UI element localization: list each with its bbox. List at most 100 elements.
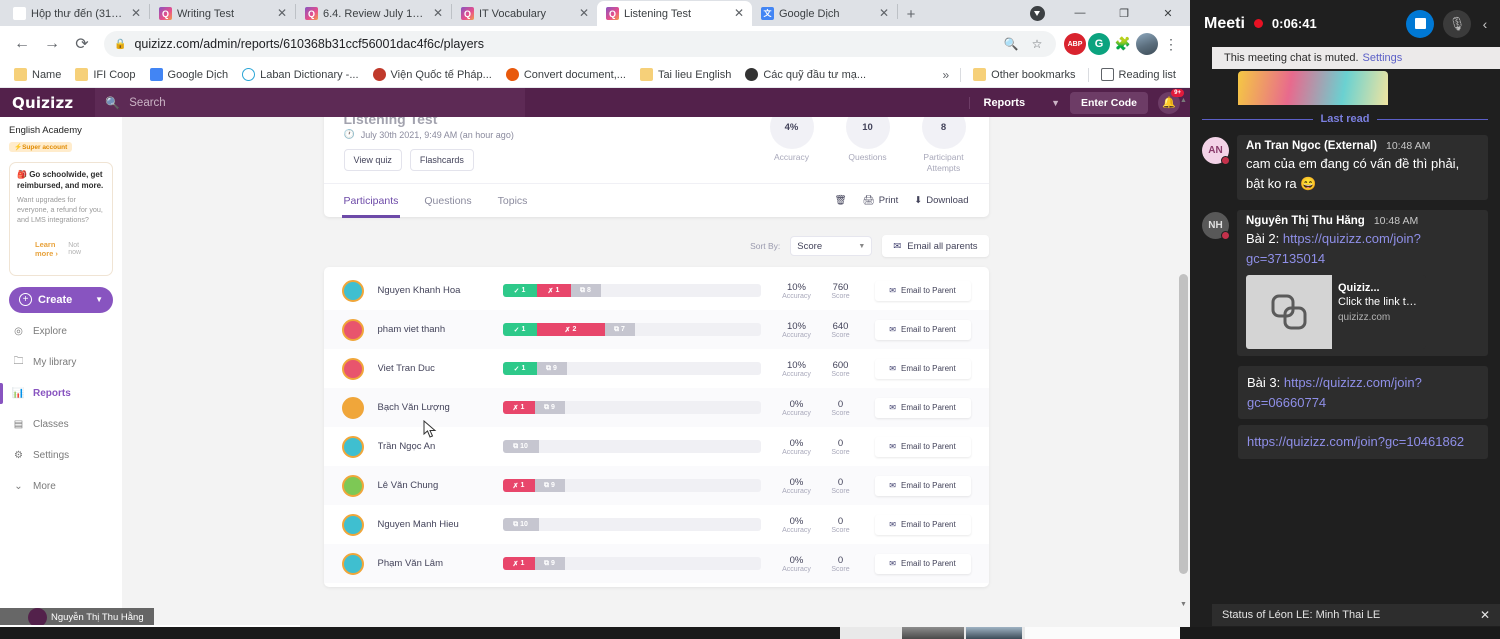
browser-tab[interactable]: M Hộp thư đến (31) - thu ✕ bbox=[4, 1, 149, 26]
enter-code-button[interactable]: Enter Code bbox=[1069, 91, 1148, 114]
scroll-up-arrow-icon[interactable]: ▲ bbox=[1179, 96, 1188, 105]
sidebar-item-settings[interactable]: ⚙ Settings bbox=[9, 443, 113, 468]
collapse-panel-icon[interactable]: ‹ bbox=[1480, 16, 1490, 32]
avatar bbox=[341, 552, 364, 575]
email-to-parent-label: Email to Parent bbox=[901, 364, 956, 373]
tab-questions[interactable]: Questions bbox=[424, 184, 471, 218]
chat-message[interactable]: Bài 3: https://quizizz.com/join?gc=06660… bbox=[1238, 366, 1488, 419]
tab-close-icon[interactable]: ✕ bbox=[129, 6, 143, 21]
link-preview-card[interactable]: Quiziz... Click the link to... quizizz.c… bbox=[1246, 275, 1426, 349]
back-icon[interactable]: ← bbox=[8, 30, 36, 58]
score-label: Score bbox=[831, 565, 850, 573]
table-row[interactable]: Nguyen Manh Hieu ⧉ 10 0% Accuracy 0 Score ✉… bbox=[324, 505, 989, 544]
extensions-puzzle-icon[interactable]: 🧩 bbox=[1112, 33, 1134, 55]
search-icon[interactable]: 🔍 bbox=[1002, 35, 1020, 53]
bookmark-item[interactable]: Các quỹ đầu tư mạ... bbox=[739, 66, 872, 83]
bookmark-item[interactable]: Name bbox=[8, 66, 67, 83]
bookmarks-overflow-button[interactable]: » bbox=[937, 66, 954, 84]
table-row[interactable]: Nguyen Khanh Hoa ✓ 1 ✗ 1 ⧉ 8 10% Accuracy 76… bbox=[324, 271, 989, 310]
print-button[interactable]: 🖨 Print bbox=[863, 195, 899, 206]
create-button[interactable]: + Create ▼ bbox=[9, 286, 113, 313]
message-link[interactable]: https://quizizz.com/join?gc=10461862 bbox=[1247, 434, 1464, 449]
email-all-parents-button[interactable]: ✉ Email all parents bbox=[882, 235, 989, 257]
close-icon[interactable]: ✕ bbox=[1480, 608, 1490, 622]
tab-close-icon[interactable]: ✕ bbox=[275, 6, 289, 21]
maximize-button[interactable]: ❐ bbox=[1102, 0, 1146, 26]
scroll-down-arrow-icon[interactable]: ▼ bbox=[1179, 600, 1188, 609]
sidebar-item-my-library[interactable]: 🗀 My library bbox=[9, 350, 113, 375]
minimize-button[interactable]: — bbox=[1058, 0, 1102, 26]
browser-menu-icon[interactable]: ⋮ bbox=[1160, 32, 1182, 56]
bookmark-item[interactable]: IFI Coop bbox=[69, 66, 141, 83]
avatar[interactable] bbox=[1136, 33, 1158, 55]
tab-close-icon[interactable]: ✕ bbox=[732, 6, 746, 21]
sidebar-item-more[interactable]: ⌄ More bbox=[9, 474, 113, 499]
email-to-parent-button[interactable]: ✉ Email to Parent bbox=[874, 397, 971, 418]
delete-button[interactable]: 🗑 bbox=[835, 195, 847, 206]
table-row[interactable]: pham viet thanh ✓ 1 ✗ 2 ⧉ 7 10% Accuracy 640… bbox=[323, 310, 989, 349]
not-now-link[interactable]: Not now bbox=[68, 242, 87, 256]
bookmark-star-icon[interactable]: ☆ bbox=[1028, 35, 1046, 53]
email-to-parent-button[interactable]: ✉ Email to Parent bbox=[874, 514, 971, 535]
browser-tab[interactable]: 6.4. Review July 12 21 ✕ bbox=[296, 1, 451, 26]
scrollbar-thumb[interactable] bbox=[1179, 274, 1188, 574]
grammarly-extension-icon[interactable]: G bbox=[1088, 33, 1110, 55]
reading-list-item[interactable]: Reading list bbox=[1095, 66, 1182, 83]
table-row[interactable]: Lê Văn Chung ✗ 1 ⧉ 9 0% Accuracy 0 Score ✉ Em… bbox=[323, 466, 989, 505]
email-to-parent-button[interactable]: ✉ Email to Parent bbox=[874, 319, 971, 340]
sidebar-item-classes[interactable]: ▤ Classes bbox=[9, 412, 113, 437]
bookmark-item[interactable]: Google Dịch bbox=[144, 66, 235, 83]
browser-tab[interactable]: Writing Test ✕ bbox=[150, 1, 295, 26]
tab-topics[interactable]: Topics bbox=[498, 184, 528, 218]
page-scrollbar[interactable]: ▲ ▼ bbox=[1179, 96, 1188, 609]
compass-icon: ◎ bbox=[14, 325, 23, 337]
tab-close-icon[interactable]: ✕ bbox=[877, 6, 891, 21]
bookmark-item[interactable]: Viện Quốc tế Pháp... bbox=[367, 66, 498, 83]
mic-muted-icon[interactable]: 🎙 bbox=[1443, 9, 1471, 38]
muted-settings-link[interactable]: Settings bbox=[1363, 52, 1403, 64]
sidebar-item-explore[interactable]: ◎ Explore bbox=[9, 319, 113, 344]
email-to-parent-button[interactable]: ✉ Email to Parent bbox=[874, 475, 971, 496]
download-button[interactable]: ⬇ Download bbox=[914, 195, 968, 206]
forward-icon[interactable]: → bbox=[38, 30, 66, 58]
tab-participants[interactable]: Participants bbox=[341, 184, 401, 218]
tab-close-icon[interactable]: ✕ bbox=[577, 6, 591, 21]
sidebar-item-reports[interactable]: 📊 Reports bbox=[0, 381, 113, 406]
bookmark-item[interactable]: Laban Dictionary -... bbox=[236, 66, 364, 83]
new-tab-button[interactable]: + bbox=[898, 2, 924, 26]
accuracy-cell: 0% Accuracy bbox=[775, 555, 819, 573]
chat-message[interactable]: AN An Tran Ngoc (External) 10:48 AM cam … bbox=[1202, 135, 1488, 200]
close-window-button[interactable]: ✕ bbox=[1146, 0, 1190, 26]
address-bar[interactable]: 🔒 quizizz.com/admin/reports/610368b31ccf… bbox=[104, 31, 1056, 57]
chat-message[interactable]: NH Nguyễn Thị Thu Hằng 10:48 AM Bài 2: h… bbox=[1202, 210, 1488, 356]
email-to-parent-button[interactable]: ✉ Email to Parent bbox=[874, 358, 971, 379]
table-row[interactable]: Viet Tran Duc ✓ 1 ⧉ 9 10% Accuracy 600 Score… bbox=[324, 349, 989, 388]
email-to-parent-button[interactable]: ✉ Email to Parent bbox=[874, 553, 971, 574]
muted-notice-bar: This meeting chat is muted. Settings bbox=[1212, 47, 1500, 69]
flashcards-button[interactable]: Flashcards bbox=[409, 149, 474, 171]
sidebar-item-label: Classes bbox=[33, 418, 69, 430]
email-to-parent-button[interactable]: ✉ Email to Parent bbox=[874, 436, 971, 457]
browser-tab-active[interactable]: Listening Test ✕ bbox=[597, 1, 752, 26]
browser-tab[interactable]: Google Dịch ✕ bbox=[752, 1, 897, 26]
notifications-bell-icon[interactable]: 🔔 9+ bbox=[1158, 88, 1184, 114]
envelope-icon: ✉ bbox=[889, 325, 896, 334]
browser-tab[interactable]: IT Vocabulary ✕ bbox=[452, 1, 597, 26]
email-to-parent-button[interactable]: ✉ Email to Parent bbox=[874, 280, 971, 301]
profile-chip[interactable] bbox=[1024, 2, 1050, 24]
sort-by-select[interactable]: Score ▼ bbox=[790, 236, 873, 256]
quizizz-logo[interactable]: Quizizz bbox=[12, 94, 73, 112]
reload-icon[interactable]: ⟳ bbox=[68, 30, 96, 58]
view-quiz-button[interactable]: View quiz bbox=[343, 149, 402, 171]
table-row[interactable]: Phạm Văn Lâm ✗ 1 ⧉ 9 0% Accuracy 0 Score ✉ Em… bbox=[323, 544, 989, 583]
search-bar[interactable]: 🔍 Search bbox=[95, 88, 526, 117]
other-bookmarks-item[interactable]: Other bookmarks bbox=[967, 66, 1081, 83]
chat-message[interactable]: https://quizizz.com/join?gc=10461862 bbox=[1238, 425, 1488, 459]
adblock-extension-icon[interactable]: ABP bbox=[1064, 33, 1086, 55]
tab-close-icon[interactable]: ✕ bbox=[431, 6, 445, 21]
bookmark-item[interactable]: Convert document,... bbox=[500, 66, 632, 83]
learn-more-link[interactable]: Learn more › bbox=[35, 240, 68, 258]
reports-dropdown[interactable]: Reports ▼ bbox=[968, 96, 1060, 109]
stop-sharing-button[interactable] bbox=[1406, 9, 1434, 38]
bookmark-item[interactable]: Tai lieu English bbox=[634, 66, 737, 83]
